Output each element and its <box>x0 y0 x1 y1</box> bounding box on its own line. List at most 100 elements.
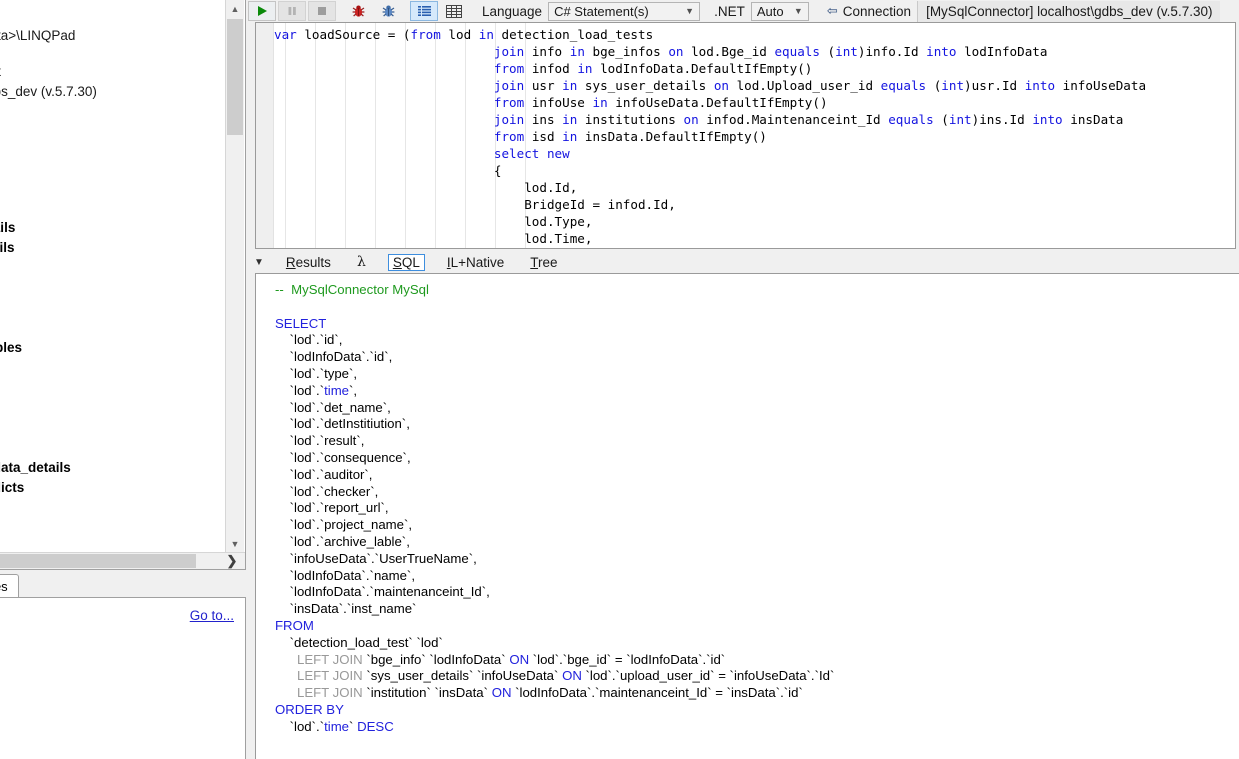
code-token: in <box>569 44 593 59</box>
main-toolbar: Language C# Statement(s) ▼ .NET Auto ▼ ⇦… <box>246 0 1239 22</box>
tree-table-item[interactable]: eekly_reports <box>0 258 226 278</box>
code-line: join info in bge_infos on lod.Bge_id equ… <box>274 43 1235 60</box>
code-editor-text[interactable]: var loadSource = (from lod in detection_… <box>274 26 1235 248</box>
tree-table-item[interactable]: _infos <box>0 118 226 138</box>
tree-table-item[interactable]: ily_statistics_details <box>0 218 226 238</box>
sql-token: ON <box>509 651 533 667</box>
tree-table-item[interactable]: nfos <box>0 398 226 418</box>
chevron-right-icon[interactable]: ❯ <box>219 553 245 568</box>
connection-select[interactable]: [MySqlConnector] localhost\gdbs_dev (v.5… <box>917 0 1221 22</box>
code-token: in <box>562 78 585 93</box>
code-token: lodInfoData <box>964 44 1048 59</box>
code-token: lodInfoData.DefaultIfEmpty() <box>600 61 813 76</box>
sql-token: time <box>324 718 350 734</box>
sql-token: time <box>324 382 350 398</box>
samples-links-row: Folder Go to... <box>0 605 246 627</box>
sql-token: `infoUseData`.`UserTrueName`, <box>275 550 477 566</box>
tree-table-item[interactable]: nanual_monitor_data_details <box>0 458 226 478</box>
triangle-down-icon[interactable]: ▼ <box>254 257 264 268</box>
connection-tree-scroll-area[interactable]: Connection f in <ApplicationData>\LINQPa… <box>0 0 226 553</box>
tree-table-item[interactable]: _type_dicts <box>0 138 226 158</box>
tree-table-item[interactable]: ine_infos <box>0 418 226 438</box>
code-line: var loadSource = (from lod in detection_… <box>274 26 1235 43</box>
tab-lambda[interactable]: λ <box>353 253 370 271</box>
results-grid-icon[interactable] <box>440 1 468 21</box>
tab-il-native[interactable]: IL+Native <box>443 254 508 271</box>
tree-vertical-scrollbar-thumb[interactable] <box>227 19 243 135</box>
sql-token: `lod`.`consequence`, <box>275 449 411 465</box>
tree-header-note: f in <ApplicationData>\LINQPad <box>0 28 76 43</box>
tree-table-item[interactable]: ogos <box>0 438 226 458</box>
chevron-up-icon[interactable]: ▲ <box>226 0 244 18</box>
sql-line: `lod`.`time` DESC <box>275 719 1239 736</box>
tree-vertical-scrollbar[interactable]: ▲ ▼ <box>225 0 244 553</box>
code-token: BridgeId = infod.Id, <box>274 197 676 212</box>
tree-horizontal-scrollbar-thumb[interactable] <box>0 554 196 568</box>
results-tabstrip: ▼ Results λ SQL IL+Native Tree <box>246 251 1239 273</box>
left-pane: Connection f in <ApplicationData>\LINQPa… <box>0 0 246 759</box>
tree-table-item[interactable]: ncillary_infos <box>0 278 226 298</box>
results-list-icon[interactable] <box>410 1 438 21</box>
sql-output-text[interactable]: -- MySqlConnector MySql SELECT `lod`.`id… <box>275 282 1239 759</box>
tree-table-item[interactable]: nanual_monitor_dicts <box>0 478 226 498</box>
pause-icon[interactable] <box>278 1 306 21</box>
editor-gutter <box>256 23 274 248</box>
tree-table-item[interactable]: lictionary_sub_tables <box>0 338 226 358</box>
tab-results[interactable]: Results <box>282 254 335 271</box>
tree-spacer-2 <box>0 102 226 118</box>
tree-horizontal-scrollbar[interactable]: ❯ <box>0 552 245 569</box>
code-token: lod.Time, <box>274 231 593 246</box>
tree-table-item[interactable]: lictionars <box>0 318 226 338</box>
connection-root-label[interactable]: lhost.gdbs_dev.root <box>0 62 226 82</box>
sql-token: ON <box>562 668 586 684</box>
play-icon[interactable] <box>248 1 276 21</box>
tab-sql[interactable]: SQL <box>387 253 425 271</box>
code-token: int <box>948 112 972 127</box>
go-to-link[interactable]: Go to... <box>190 605 234 627</box>
code-token: in <box>562 129 585 144</box>
code-token: from <box>493 129 532 144</box>
tree-header-link-row[interactable]: Connection <box>0 6 226 26</box>
sql-token: FROM <box>275 617 314 633</box>
sql-token: `, <box>349 382 358 398</box>
code-line: select new <box>274 145 1235 162</box>
tree-table-item[interactable]: ame_histories <box>0 518 226 538</box>
bug-red-icon[interactable] <box>344 1 372 21</box>
connection-tree-content: Connection f in <ApplicationData>\LINQPa… <box>0 6 226 553</box>
sql-token: `lod`.`det_name`, <box>275 399 391 415</box>
tab-tree[interactable]: Tree <box>526 254 561 271</box>
chevron-down-icon[interactable]: ▼ <box>226 535 244 553</box>
tree-table-item[interactable]: lictionar_classes <box>0 298 226 318</box>
language-select[interactable]: C# Statement(s) ▼ <box>548 1 701 21</box>
results-panel[interactable]: -- MySqlConnector MySql SELECT `lod`.`id… <box>255 273 1239 759</box>
code-token: usr <box>531 78 563 93</box>
tree-table-item[interactable]: eekly_report_details <box>0 238 226 258</box>
sql-line: `lod`.`det_name`, <box>275 400 1239 417</box>
code-token: { <box>274 163 502 178</box>
tree-table-item[interactable]: nanual_monitors <box>0 498 226 518</box>
framework-select[interactable]: Auto ▼ <box>750 1 809 21</box>
arrow-left-icon[interactable]: ⇦ <box>827 3 838 19</box>
tree-table-item[interactable]: lictionary_subs <box>0 358 226 378</box>
tree-table-item[interactable]: cons <box>0 378 226 398</box>
code-token: equals <box>880 78 934 93</box>
stop-icon[interactable] <box>308 1 336 21</box>
sql-token: `lod`.`checker`, <box>275 483 379 499</box>
sql-line: `lod`.`time`, <box>275 383 1239 400</box>
sql-token: ` <box>349 718 358 734</box>
tree-table-item[interactable]: s <box>0 178 226 198</box>
code-token: ( <box>941 112 949 127</box>
code-editor[interactable]: var loadSource = (from lod in detection_… <box>255 22 1236 249</box>
language-select-value: C# Statement(s) <box>554 3 649 19</box>
sql-token: -- MySqlConnector MySql <box>275 282 429 297</box>
tree-table-item[interactable]: ily_statistics <box>0 198 226 218</box>
tab-samples[interactable]: mples <box>0 574 19 598</box>
sql-token: `bge_info` `lodInfoData` <box>366 651 510 667</box>
code-token: info <box>531 44 570 59</box>
bug-blue-icon[interactable] <box>374 1 402 21</box>
tree-table-item[interactable]: ves <box>0 158 226 178</box>
connection-tree-panel[interactable]: Connection f in <ApplicationData>\LINQPa… <box>0 0 246 570</box>
code-token: in <box>562 112 585 127</box>
tree-table-item[interactable]: ew dictionaries <box>0 538 226 553</box>
